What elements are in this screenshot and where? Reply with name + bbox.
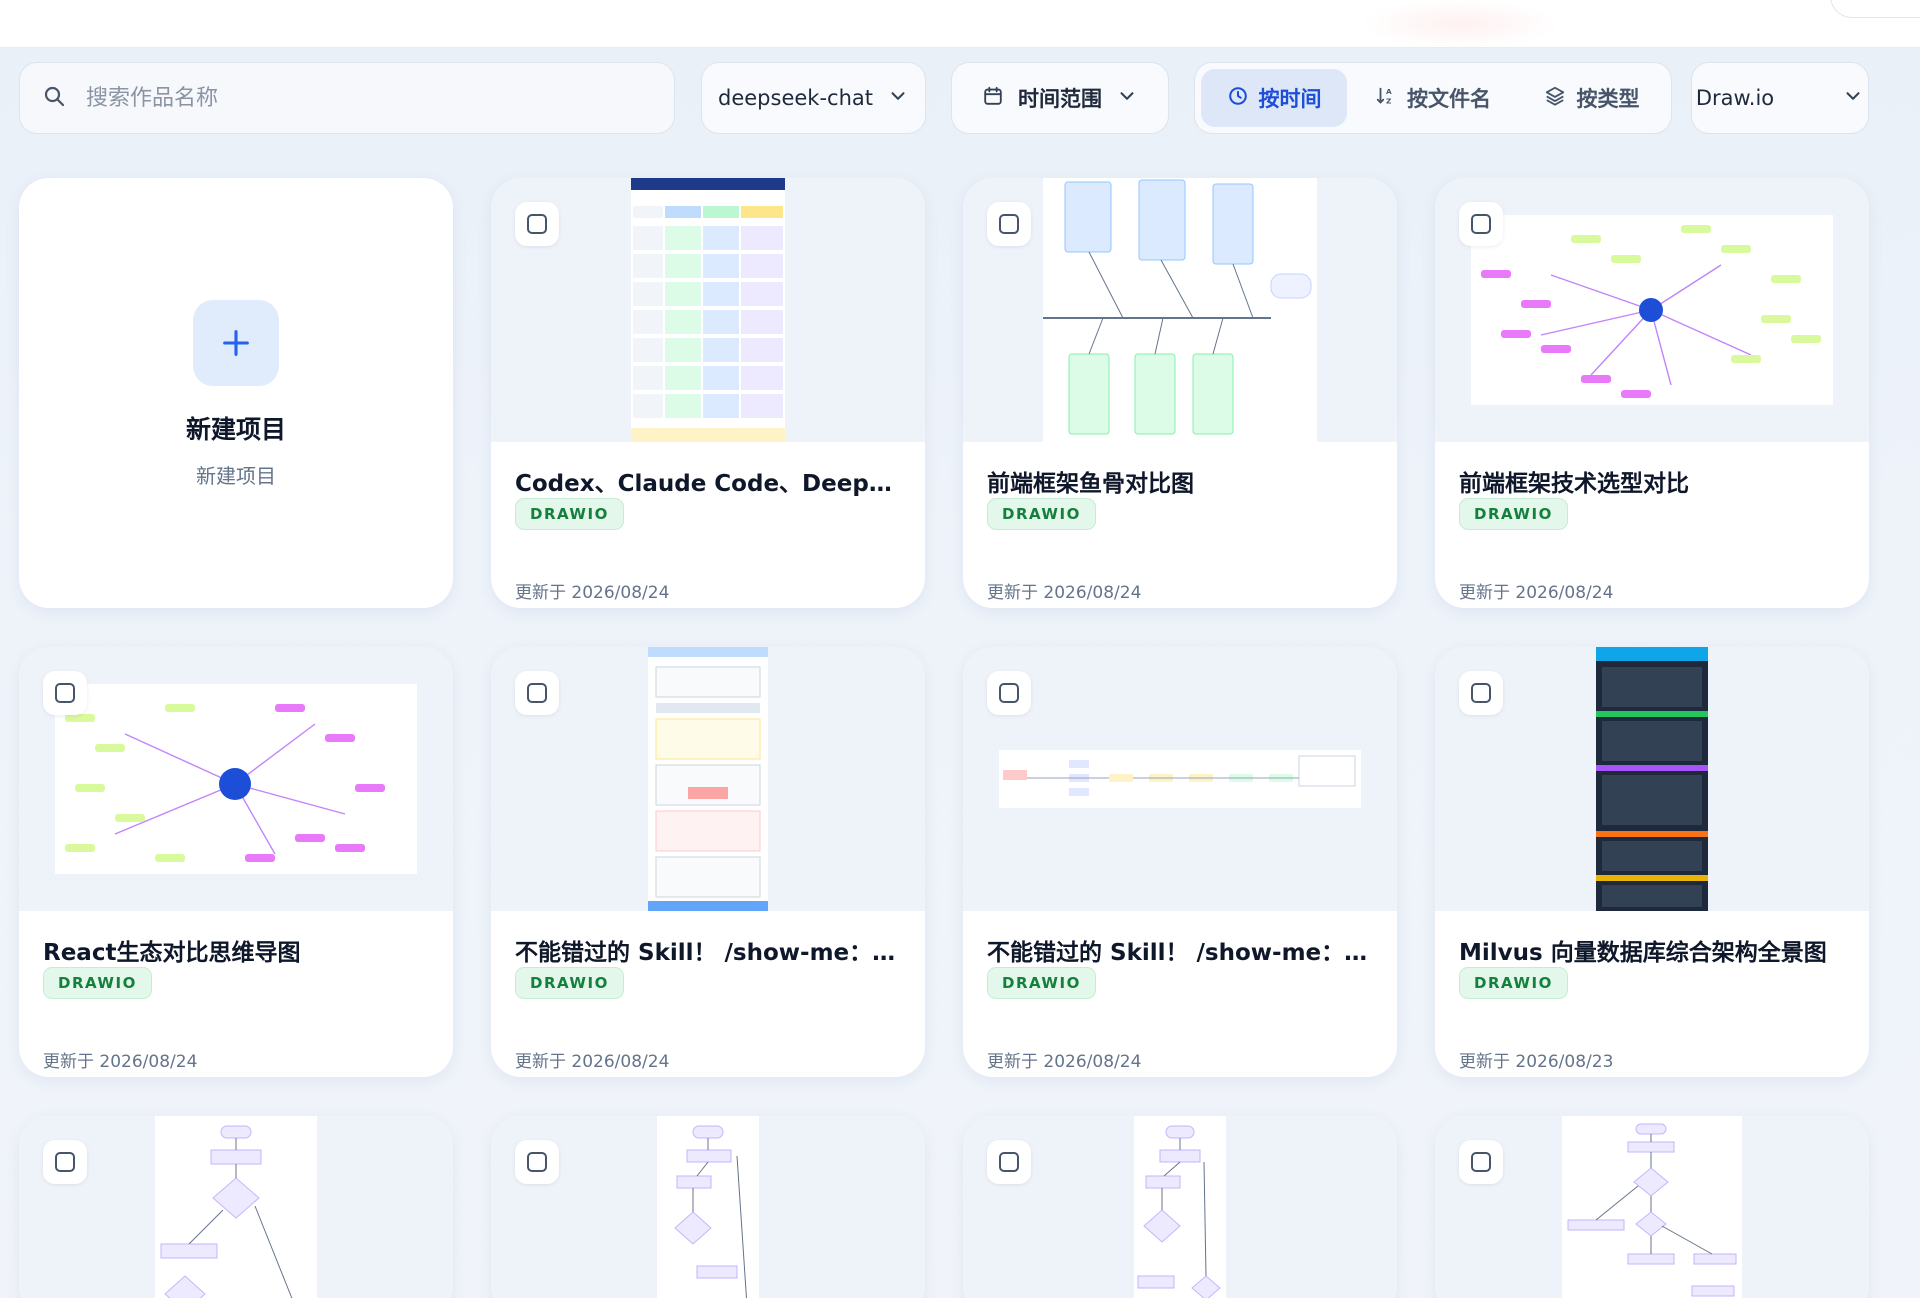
top-bar-corner <box>1830 0 1920 18</box>
updated-date: 更新于 2026/08/24 <box>515 1052 670 1072</box>
project-card[interactable] <box>491 1116 925 1298</box>
type-badge: DRAWIO <box>987 498 1096 530</box>
project-card[interactable] <box>19 1116 453 1298</box>
checkbox-icon <box>1471 683 1491 703</box>
filter-toolbar: deepseek-chat 时间范围 按时间 AZ 按文件名 <box>0 62 1920 134</box>
flowchart-diagram <box>1134 1116 1226 1298</box>
comparison-table-diagram <box>631 178 785 442</box>
sort-by-filename-button[interactable]: AZ 按文件名 <box>1353 69 1513 127</box>
project-card[interactable]: React生态对比思维导图 DRAWIO 更新于 2026/08/24 <box>19 647 453 1077</box>
flowchart-diagram <box>155 1116 317 1298</box>
project-title: Codex、Claude Code、DeepSeek TUI 对比 <box>515 471 905 497</box>
project-card[interactable]: 前端框架技术选型对比 DRAWIO 更新于 2026/08/24 <box>1435 178 1869 608</box>
checkbox-icon <box>527 1152 547 1172</box>
flowchart-diagram <box>1562 1116 1742 1298</box>
checkbox-icon <box>1471 214 1491 234</box>
updated-date: 更新于 2026/08/24 <box>987 1052 1142 1072</box>
fishbone-diagram <box>1043 178 1317 442</box>
checkbox-icon <box>1471 1152 1491 1172</box>
sort-by-type-label: 按类型 <box>1576 87 1640 111</box>
type-badge: DRAWIO <box>987 967 1096 999</box>
chevron-down-icon <box>1116 85 1138 112</box>
layers-icon <box>1544 85 1566 112</box>
flowchart-diagram <box>657 1116 759 1298</box>
sort-az-icon: AZ <box>1375 85 1397 112</box>
project-card[interactable] <box>963 1116 1397 1298</box>
clock-icon <box>1227 85 1249 112</box>
model-select[interactable]: deepseek-chat <box>701 62 926 134</box>
project-title: 前端框架鱼骨对比图 <box>987 471 1194 497</box>
type-badge: DRAWIO <box>1459 967 1568 999</box>
updated-date: 更新于 2026/08/24 <box>1459 583 1614 603</box>
mind-map-diagram <box>1471 215 1833 405</box>
flow-infographic-diagram <box>648 647 768 911</box>
plus-icon[interactable] <box>193 300 279 386</box>
top-bar <box>0 0 1920 48</box>
updated-date: 更新于 2026/08/24 <box>515 583 670 603</box>
new-project-subtitle: 新建项目 <box>196 464 276 488</box>
type-badge: DRAWIO <box>515 498 624 530</box>
select-checkbox[interactable] <box>515 671 559 715</box>
time-range-select[interactable]: 时间范围 <box>951 62 1169 134</box>
checkbox-icon <box>55 683 75 703</box>
project-title: 不能错过的 Skill！ /show-me：让 Agent 可视化 <box>515 940 905 966</box>
checkbox-icon <box>527 683 547 703</box>
project-card[interactable]: Milvus 向量数据库综合架构全景图 DRAWIO 更新于 2026/08/2… <box>1435 647 1869 1077</box>
select-checkbox[interactable] <box>515 1140 559 1184</box>
checkbox-icon <box>999 683 1019 703</box>
project-title: 不能错过的 Skill！ /show-me：让 Agent 可视化 <box>987 940 1377 966</box>
svg-text:A: A <box>1386 87 1392 96</box>
sort-group: 按时间 AZ 按文件名 按类型 <box>1194 62 1672 134</box>
sort-by-type-button[interactable]: 按类型 <box>1519 69 1665 127</box>
select-checkbox[interactable] <box>1459 671 1503 715</box>
project-card[interactable]: Codex、Claude Code、DeepSeek TUI 对比 DRAWIO… <box>491 178 925 608</box>
search-icon <box>42 84 66 112</box>
type-badge: DRAWIO <box>1459 498 1568 530</box>
project-title: 前端框架技术选型对比 <box>1459 471 1689 497</box>
updated-date: 更新于 2026/08/24 <box>43 1052 198 1072</box>
sort-by-filename-label: 按文件名 <box>1407 87 1491 111</box>
checkbox-icon <box>55 1152 75 1172</box>
type-badge: DRAWIO <box>43 967 152 999</box>
select-checkbox[interactable] <box>43 1140 87 1184</box>
new-project-title: 新建项目 <box>185 415 286 444</box>
architecture-diagram <box>1596 647 1708 911</box>
svg-text:Z: Z <box>1386 96 1391 105</box>
select-checkbox[interactable] <box>1459 202 1503 246</box>
horizontal-flow-diagram <box>999 750 1361 808</box>
chevron-down-icon <box>887 85 909 112</box>
format-select[interactable]: Draw.io <box>1691 62 1869 134</box>
project-title: React生态对比思维导图 <box>43 940 301 966</box>
project-card[interactable]: 不能错过的 Skill！ /show-me：让 Agent 可视化 DRAWIO… <box>963 647 1397 1077</box>
search-input[interactable] <box>86 85 626 111</box>
select-checkbox[interactable] <box>515 202 559 246</box>
model-select-label: deepseek-chat <box>718 86 873 110</box>
new-project-card[interactable]: 新建项目 新建项目 <box>19 178 453 608</box>
calendar-icon <box>982 85 1004 112</box>
select-checkbox[interactable] <box>987 1140 1031 1184</box>
project-card[interactable] <box>1435 1116 1869 1298</box>
checkbox-icon <box>999 1152 1019 1172</box>
sort-by-time-button[interactable]: 按时间 <box>1201 69 1348 127</box>
mind-map-diagram <box>55 684 417 874</box>
select-checkbox[interactable] <box>987 202 1031 246</box>
chevron-down-icon <box>1842 85 1864 112</box>
checkbox-icon <box>527 214 547 234</box>
search-box[interactable] <box>19 62 675 134</box>
updated-date: 更新于 2026/08/24 <box>987 583 1142 603</box>
checkbox-icon <box>999 214 1019 234</box>
top-bar-glow <box>1360 0 1560 48</box>
sort-by-time-label: 按时间 <box>1258 87 1322 111</box>
project-title: Milvus 向量数据库综合架构全景图 <box>1459 940 1827 966</box>
type-badge: DRAWIO <box>515 967 624 999</box>
select-checkbox[interactable] <box>1459 1140 1503 1184</box>
select-checkbox[interactable] <box>43 671 87 715</box>
updated-date: 更新于 2026/08/23 <box>1459 1052 1614 1072</box>
select-checkbox[interactable] <box>987 671 1031 715</box>
project-card[interactable]: 前端框架鱼骨对比图 DRAWIO 更新于 2026/08/24 <box>963 178 1397 608</box>
project-card[interactable]: 不能错过的 Skill！ /show-me：让 Agent 可视化 DRAWIO… <box>491 647 925 1077</box>
format-select-label: Draw.io <box>1695 86 1775 110</box>
time-range-label: 时间范围 <box>1018 87 1102 111</box>
